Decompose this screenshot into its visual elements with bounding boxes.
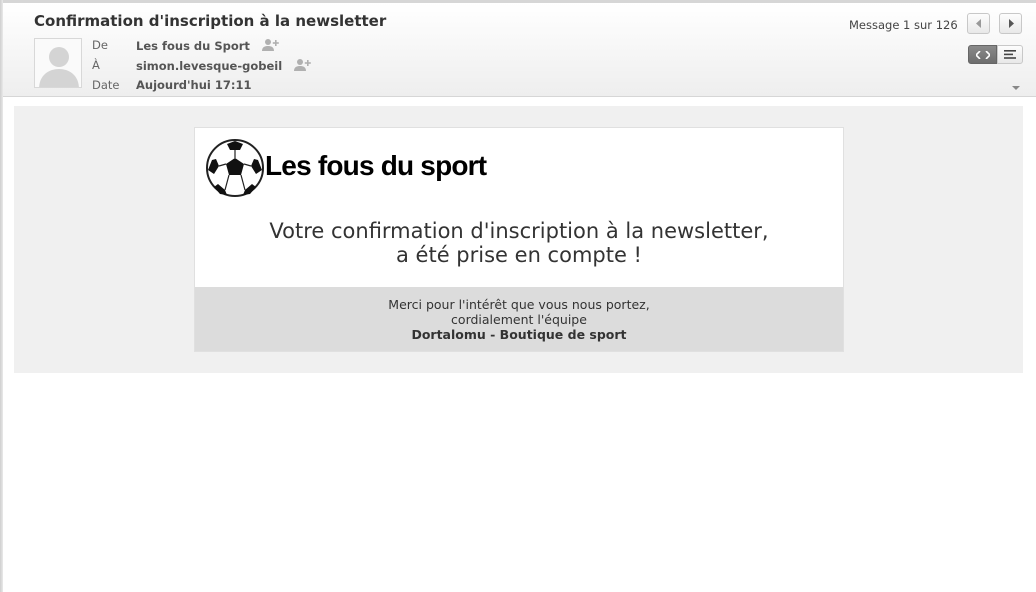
date-label: Date xyxy=(92,78,120,92)
from-value: Les fous du Sport xyxy=(136,38,280,55)
confirmation-message: Votre confirmation d'inscription à la ne… xyxy=(195,219,843,267)
arrow-right-icon xyxy=(1008,19,1014,28)
sender-avatar xyxy=(34,38,82,88)
footer-thanks: Merci pour l'intérêt que vous nous porte… xyxy=(388,297,650,312)
arrow-left-icon xyxy=(975,19,981,28)
newsletter-footer: Merci pour l'intérêt que vous nous porte… xyxy=(195,287,843,351)
footer-signature: Dortalomu - Boutique de sport xyxy=(411,327,627,342)
newsletter-card: Les fous du sport Votre confirmation d'i… xyxy=(194,127,844,352)
from-label: De xyxy=(92,38,108,52)
from-name[interactable]: Les fous du Sport xyxy=(136,39,250,53)
person-silhouette-icon xyxy=(39,47,79,87)
message-body: Les fous du sport Votre confirmation d'i… xyxy=(14,106,1023,373)
confirmation-line-1: Votre confirmation d'inscription à la ne… xyxy=(269,219,769,243)
footer-regards: cordialement l'équipe xyxy=(451,312,587,327)
code-icon xyxy=(975,50,990,59)
next-message-button[interactable] xyxy=(999,13,1022,34)
confirmation-line-2: a été prise en compte ! xyxy=(396,243,642,267)
to-value: simon.levesque-gobeil xyxy=(136,58,312,75)
date-value: Aujourd'hui 17:11 xyxy=(136,78,252,92)
plain-text-view-toggle[interactable] xyxy=(997,45,1023,64)
soccer-ball-icon xyxy=(206,139,264,197)
message-header: Confirmation d'inscription à la newslett… xyxy=(3,0,1036,97)
to-label: À xyxy=(92,58,100,72)
lines-icon xyxy=(1004,50,1016,59)
add-contact-icon[interactable] xyxy=(261,38,280,55)
html-view-toggle[interactable] xyxy=(968,45,997,64)
chevron-down-icon[interactable] xyxy=(1012,86,1020,90)
add-contact-icon[interactable] xyxy=(294,58,312,75)
newsletter-brand: Les fous du sport xyxy=(265,150,487,181)
to-name[interactable]: simon.levesque-gobeil xyxy=(136,59,282,73)
message-subject: Confirmation d'inscription à la newslett… xyxy=(34,12,387,30)
message-counter: Message 1 sur 126 xyxy=(849,18,958,32)
previous-message-button[interactable] xyxy=(967,13,990,34)
